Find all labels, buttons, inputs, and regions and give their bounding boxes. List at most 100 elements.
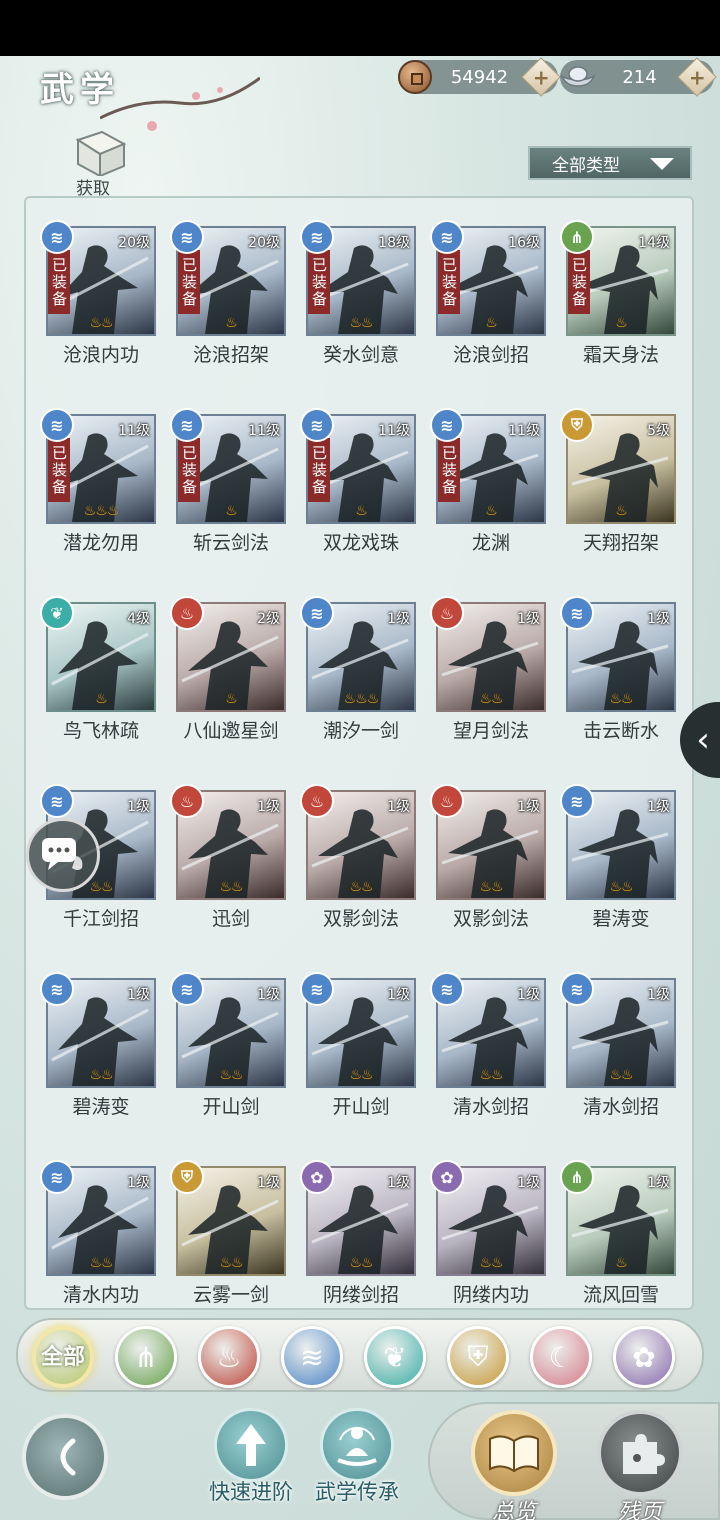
skill-card[interactable]: 20级 已装备 ♨♨ ≋ 沧浪内功 — [40, 220, 156, 367]
flame-rank-icon: ♨♨ — [479, 1067, 503, 1083]
blue-school-icon: ≋ — [430, 220, 464, 254]
skill-card[interactable]: 1级 ♨♨ ✿ 阴缕剑招 — [300, 1160, 416, 1307]
tab-all[interactable]: 全部 — [32, 1326, 94, 1388]
skill-name: 清水剑招 — [452, 1096, 529, 1118]
skill-level: 1级 — [647, 1175, 670, 1191]
skill-card[interactable]: 18级 已装备 ♨♨ ≋ 癸水剑意 — [300, 220, 416, 367]
skill-level: 1级 — [647, 987, 670, 1003]
tab-shield[interactable]: ⛨ — [447, 1326, 509, 1388]
quick-advance-button[interactable]: 快速进阶 — [196, 1408, 306, 1512]
tab-wave[interactable]: ≋ — [281, 1326, 343, 1388]
tab-flame[interactable]: ♨ — [198, 1326, 260, 1388]
skill-name: 清水内功 — [62, 1284, 139, 1306]
tab-wing[interactable]: ⋔ — [115, 1326, 177, 1388]
skill-card[interactable]: 1级 ♨♨ ✿ 阴缕内功 — [430, 1160, 546, 1307]
skill-card[interactable]: 1级 ♨♨ ≋ 碧涛变 — [560, 784, 676, 931]
skill-name: 望月剑法 — [452, 720, 529, 742]
flame-rank-icon: ♨♨ — [219, 1255, 243, 1271]
silver-ingot-icon — [560, 66, 596, 87]
skill-level: 11级 — [378, 423, 410, 439]
skill-card[interactable]: 1级 ♨♨ ♨ 双影剑法 — [430, 784, 546, 931]
obtain-button[interactable]: 获取 — [72, 130, 132, 199]
skill-card[interactable]: 11级 已装备 ♨♨♨ ≋ 潜龙勿用 — [40, 408, 156, 555]
skill-name: 阴缕剑招 — [322, 1284, 399, 1306]
skill-grid: 20级 已装备 ♨♨ ≋ 沧浪内功 20级 已装备 ♨ ≋ 沧浪招架 18级 已装备 ♨♨ ≋ 癸水剑意 16… — [40, 220, 682, 1308]
skill-level: 20级 — [248, 235, 280, 251]
skill-level: 1级 — [387, 799, 410, 815]
skill-card[interactable]: 11级 已装备 ♨ ≋ 斩云剑法 — [170, 408, 286, 555]
flame-rank-icon: ♨♨ — [349, 879, 373, 895]
skill-name: 潮汐一剑 — [322, 720, 399, 742]
skill-card[interactable]: 1级 ♨♨ ≋ 击云断水 — [560, 596, 676, 743]
skill-name: 清水剑招 — [582, 1096, 659, 1118]
flame-rank-icon: ♨ — [615, 503, 628, 519]
flame-rank-icon: ♨ — [95, 691, 108, 707]
skill-name: 沧浪招架 — [192, 344, 269, 366]
skill-card[interactable]: 1级 ♨♨ ≋ 碧涛变 — [40, 972, 156, 1119]
skill-card[interactable]: 1级 ♨♨ ♨ 望月剑法 — [430, 596, 546, 743]
martial-inherit-button[interactable]: 武学传承 — [302, 1408, 412, 1512]
equipped-tag: 已装备 — [48, 438, 70, 502]
blue-school-icon: ≋ — [560, 596, 594, 630]
skill-name: 八仙邀星剑 — [183, 720, 279, 742]
blue-school-icon: ≋ — [170, 408, 204, 442]
skill-card[interactable]: 1级 ♨♨ ≋ 开山剑 — [300, 972, 416, 1119]
flame-rank-icon: ♨♨ — [609, 691, 633, 707]
skill-card[interactable]: 4级 ♨ ❦ 鸟飞林疏 — [40, 596, 156, 743]
type-filter-dropdown[interactable]: 全部类型 — [528, 146, 692, 180]
silver-counter: 214 + — [560, 57, 717, 97]
skill-level: 1级 — [257, 987, 280, 1003]
skill-card[interactable]: 5级 ♨ ⛨ 天翔招架 — [560, 408, 676, 555]
skill-card[interactable]: 1级 ♨♨ ≋ 清水剑招 — [560, 972, 676, 1119]
equipped-tag: 已装备 — [568, 250, 590, 314]
equipped-tag: 已装备 — [178, 438, 200, 502]
purple-school-icon: ✿ — [300, 1160, 334, 1194]
tab-moon[interactable]: ☾ — [530, 1326, 592, 1388]
blue-school-icon: ≋ — [300, 408, 334, 442]
skill-card[interactable]: 1级 ♨♨ ≋ 清水剑招 — [430, 972, 546, 1119]
skill-card[interactable]: 1级 ♨ ⋔ 流风回雪 — [560, 1160, 676, 1307]
book-switch-area: 总览 残页 — [428, 1402, 720, 1520]
skill-card[interactable]: 1级 ♨♨ ≋ 清水内功 — [40, 1160, 156, 1307]
skill-card[interactable]: 14级 已装备 ♨ ⋔ 霜天身法 — [560, 220, 676, 367]
equipped-tag: 已装备 — [438, 438, 460, 502]
skill-level: 1级 — [517, 799, 540, 815]
skill-name: 龙渊 — [471, 532, 510, 554]
blue-school-icon: ≋ — [430, 972, 464, 1006]
flame-icon: ♨ — [216, 1340, 242, 1374]
wing-icon: ⋔ — [134, 1340, 158, 1374]
chat-button[interactable] — [26, 818, 100, 892]
skill-name: 阴缕内功 — [452, 1284, 529, 1306]
skill-card[interactable]: 1级 ♨♨ ♨ 双影剑法 — [300, 784, 416, 931]
skill-level: 16级 — [508, 235, 540, 251]
skill-card[interactable]: 20级 已装备 ♨ ≋ 沧浪招架 — [170, 220, 286, 367]
tab-butterfly[interactable]: ❦ — [364, 1326, 426, 1388]
skill-card[interactable]: 1级 ♨♨ ⛨ 云雾一剑 — [170, 1160, 286, 1307]
back-arrow-icon — [60, 1438, 76, 1476]
skill-card[interactable]: 11级 已装备 ♨ ≋ 龙渊 — [430, 408, 546, 555]
up-arrow-icon — [236, 1424, 266, 1466]
skill-card[interactable]: 11级 已装备 ♨ ≋ 双龙戏珠 — [300, 408, 416, 555]
status-bar — [0, 0, 720, 56]
skill-card[interactable]: 2级 ♨ ♨ 八仙邀星剑 — [170, 596, 286, 743]
skill-name: 双影剑法 — [452, 908, 529, 930]
skill-level: 1级 — [257, 799, 280, 815]
skill-list-panel[interactable]: 20级 已装备 ♨♨ ≋ 沧浪内功 20级 已装备 ♨ ≋ 沧浪招架 18级 已装备 ♨♨ ≋ 癸水剑意 16… — [24, 196, 694, 1310]
blue-school-icon: ≋ — [170, 220, 204, 254]
skill-name: 云雾一剑 — [192, 1284, 269, 1306]
skill-level: 1级 — [127, 987, 150, 1003]
skill-level: 1级 — [517, 611, 540, 627]
tab-rose[interactable]: ✿ — [613, 1326, 675, 1388]
flame-rank-icon: ♨♨ — [609, 1067, 633, 1083]
blue-school-icon: ≋ — [40, 972, 74, 1006]
back-button[interactable] — [22, 1414, 108, 1500]
skill-card[interactable]: 16级 已装备 ♨ ≋ 沧浪剑招 — [430, 220, 546, 367]
flame-rank-icon: ♨ — [355, 503, 368, 519]
overview-button[interactable]: 总览 — [468, 1410, 560, 1520]
skill-card[interactable]: 1级 ♨♨ ≋ 开山剑 — [170, 972, 286, 1119]
skill-level: 18级 — [378, 235, 410, 251]
fragments-button[interactable]: 残页 — [594, 1410, 686, 1520]
skill-name: 潜龙勿用 — [62, 532, 139, 554]
skill-card[interactable]: 1级 ♨♨ ♨ 迅剑 — [170, 784, 286, 931]
skill-card[interactable]: 1级 ♨♨♨ ≋ 潮汐一剑 — [300, 596, 416, 743]
